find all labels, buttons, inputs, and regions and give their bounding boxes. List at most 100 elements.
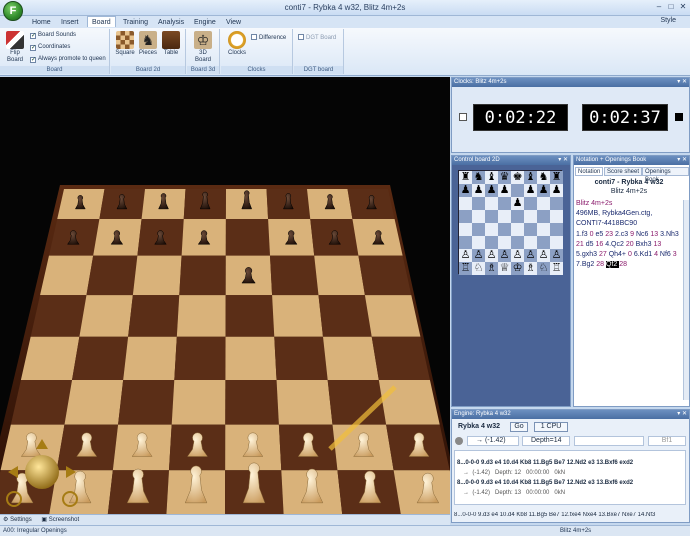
- board-3d-canvas[interactable]: [0, 77, 450, 514]
- board-square[interactable]: ♗: [485, 262, 498, 275]
- board-square[interactable]: [20, 336, 80, 381]
- dgt-board-checkbox[interactable]: DGT Board: [298, 34, 336, 42]
- move-token[interactable]: 3.Nh3: [660, 231, 679, 238]
- board-square[interactable]: ♘: [472, 262, 485, 275]
- board-square[interactable]: [270, 255, 319, 296]
- board-square[interactable]: [472, 223, 485, 236]
- board-square[interactable]: [485, 223, 498, 236]
- tab-home[interactable]: Home: [28, 17, 55, 28]
- tab-board[interactable]: Board: [87, 16, 116, 27]
- board-square[interactable]: ♞: [472, 171, 485, 184]
- move-token[interactable]: 7.Bg2: [576, 261, 596, 268]
- board-square[interactable]: [86, 255, 138, 296]
- panel-controls-icon[interactable]: ▾ ✕: [677, 410, 687, 419]
- board-square[interactable]: [40, 255, 94, 296]
- square-button[interactable]: Square: [114, 31, 136, 57]
- board-square[interactable]: [118, 380, 175, 425]
- board-square[interactable]: [132, 255, 182, 296]
- board-square[interactable]: [537, 197, 550, 210]
- board-square[interactable]: ♙: [537, 249, 550, 262]
- board-square[interactable]: ♞: [537, 171, 550, 184]
- board-square[interactable]: ♟: [459, 184, 472, 197]
- board-3d-view[interactable]: [0, 77, 450, 514]
- board-square[interactable]: [511, 210, 524, 223]
- board-square[interactable]: [472, 236, 485, 249]
- board-square[interactable]: [472, 197, 485, 210]
- board-square[interactable]: ♟: [485, 184, 498, 197]
- board-square[interactable]: ♙: [511, 249, 524, 262]
- move-token[interactable]: Nc6: [636, 231, 650, 238]
- board-square[interactable]: [498, 236, 511, 249]
- board-square[interactable]: [179, 255, 226, 296]
- board-2d[interactable]: ♜ ♞ ♝ ♛ ♚ ♝ ♞ ♜ ♟ ♟ ♟ ♟ ♟ ♟ ♟ ♟ ♙ ♙ ♙ ♙ ♙ ♙ ♙ ♙ ♖ ♘ ♗ ♕ ♔ ♗ ♘ ♖: [458, 170, 563, 275]
- tab-analysis[interactable]: Analysis: [154, 17, 188, 28]
- board-square[interactable]: [485, 197, 498, 210]
- pieces-button[interactable]: ♞ Pieces: [137, 31, 159, 57]
- board-square[interactable]: [371, 336, 430, 381]
- coordinates-checkbox[interactable]: ✓ Coordinates: [30, 44, 70, 51]
- board-square[interactable]: [485, 236, 498, 249]
- board-square[interactable]: ♟: [537, 184, 550, 197]
- board-square[interactable]: ♙: [498, 249, 511, 262]
- board-square[interactable]: [537, 210, 550, 223]
- move-token[interactable]: d5: [586, 241, 596, 248]
- board-square[interactable]: ♜: [550, 171, 563, 184]
- move-token[interactable]: 3: [673, 251, 677, 258]
- board-square[interactable]: [524, 223, 537, 236]
- board-sounds-checkbox[interactable]: ✓ Board Sounds: [30, 32, 76, 39]
- board-square[interactable]: [459, 210, 472, 223]
- tab-engine[interactable]: Engine: [190, 17, 220, 28]
- move-list[interactable]: 1.f3 0 e5 23 2.c3 9 Nc6 13 3.Nh3 21 d5 1…: [576, 230, 681, 270]
- board-square[interactable]: ♛: [498, 171, 511, 184]
- close-icon[interactable]: ✕: [678, 2, 688, 12]
- board-square[interactable]: ♝: [524, 171, 537, 184]
- board-square[interactable]: [393, 470, 450, 514]
- move-token[interactable]: 20: [626, 241, 636, 248]
- board-square[interactable]: [358, 255, 412, 296]
- board-square[interactable]: [364, 295, 421, 337]
- board-square[interactable]: [550, 223, 563, 236]
- board-square[interactable]: [30, 295, 87, 337]
- board-square[interactable]: [171, 380, 226, 425]
- board-square[interactable]: [225, 295, 275, 337]
- move-token[interactable]: 28: [596, 261, 606, 268]
- board-square[interactable]: [64, 380, 124, 425]
- move-token[interactable]: Nf6: [660, 251, 673, 258]
- board-square[interactable]: ♟: [511, 197, 524, 210]
- board-square[interactable]: [225, 380, 279, 425]
- board-square[interactable]: [378, 380, 440, 425]
- move-token[interactable]: 5.gxh3: [576, 251, 599, 258]
- board-square[interactable]: [322, 336, 379, 381]
- move-token[interactable]: Qh4+: [609, 251, 628, 258]
- board-square[interactable]: [459, 236, 472, 249]
- board-square[interactable]: ♚: [511, 171, 524, 184]
- board-square[interactable]: [550, 210, 563, 223]
- panel-controls-icon[interactable]: ▾ ✕: [677, 156, 687, 165]
- board-square[interactable]: ♔: [511, 262, 524, 275]
- board-square[interactable]: [176, 295, 226, 337]
- table-button[interactable]: Table: [160, 31, 182, 57]
- tab-view[interactable]: View: [222, 17, 245, 28]
- tab-insert[interactable]: Insert: [57, 17, 83, 28]
- tab-openings-book[interactable]: Openings Book: [642, 167, 689, 183]
- board-square[interactable]: [72, 336, 129, 381]
- board-square[interactable]: [79, 295, 133, 337]
- move-token[interactable]: Qf2: [605, 261, 620, 268]
- board-square[interactable]: [498, 197, 511, 210]
- board-square[interactable]: [524, 197, 537, 210]
- board-square[interactable]: [498, 223, 511, 236]
- board-square[interactable]: ♖: [550, 262, 563, 275]
- board-square[interactable]: [537, 236, 550, 249]
- board-square[interactable]: [550, 236, 563, 249]
- board-square[interactable]: [128, 295, 180, 337]
- board-square[interactable]: ♙: [524, 249, 537, 262]
- board-square[interactable]: ♟: [550, 184, 563, 197]
- board-square[interactable]: [174, 336, 226, 381]
- move-token[interactable]: 2.c3: [615, 231, 630, 238]
- panel-controls-icon[interactable]: ▾ ✕: [558, 156, 568, 165]
- move-token[interactable]: 4.Qc2: [605, 241, 626, 248]
- clocks-button[interactable]: Clocks: [225, 31, 249, 57]
- board-square[interactable]: [225, 219, 271, 256]
- board-square[interactable]: ♘: [537, 262, 550, 275]
- move-token[interactable]: 13: [650, 231, 660, 238]
